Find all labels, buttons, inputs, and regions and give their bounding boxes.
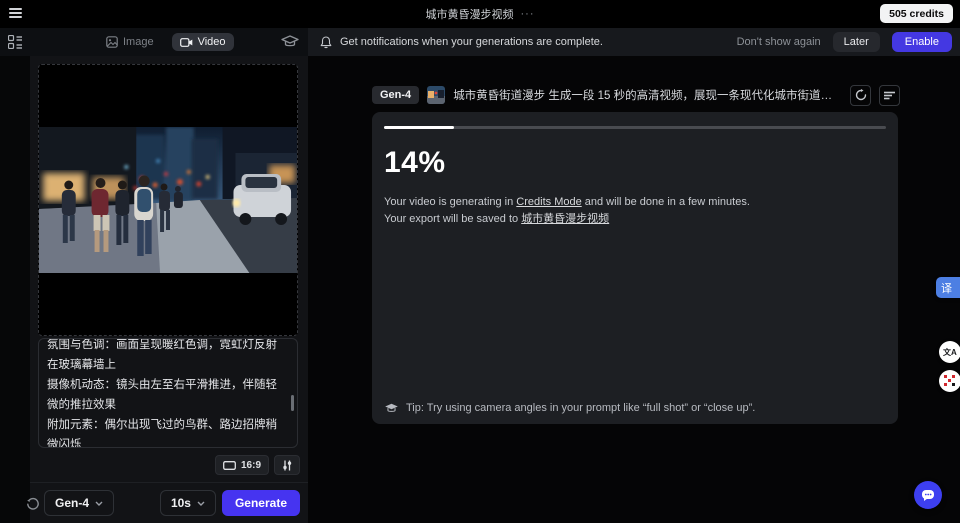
translate-badge-button[interactable]: 译 xyxy=(936,277,960,298)
progress-bar xyxy=(384,126,886,129)
generation-progress-card: 14% Your video is generating in Credits … xyxy=(372,112,898,424)
task-thumbnail xyxy=(427,86,446,104)
composer-panel: 氛围与色调：画面呈现暖红色调，霓虹灯反射在玻璃幕墙上 摄像机动态：镜头由左至右平… xyxy=(30,56,308,523)
chevron-down-icon xyxy=(95,501,103,506)
image-icon xyxy=(106,36,118,48)
prompt-text: 氛围与色调：画面呈现暖红色调，霓虹灯反射在玻璃幕墙上 摄像机动态：镜头由左至右平… xyxy=(47,339,277,448)
prompt-scrollbar[interactable] xyxy=(291,395,294,411)
tip-text: Tip: Try using camera angles in your pro… xyxy=(406,402,756,414)
credits-mode-link[interactable]: Credits Mode xyxy=(516,196,581,208)
title-area: 城市黄昏漫步视频 ··· xyxy=(0,0,960,28)
settings-sliders-button[interactable] xyxy=(274,455,300,475)
prompt-textarea[interactable]: 氛围与色调：画面呈现暖红色调，霓虹灯反射在玻璃幕墙上 摄像机动态：镜头由左至右平… xyxy=(38,338,298,448)
session-area: Gen-4 城市黄昏街道漫步 生成一段 15 秒的高清视频，展现一条现代化城市街… xyxy=(308,56,960,523)
model-dropdown[interactable]: Gen-4 xyxy=(44,490,115,516)
top-bar: 城市黄昏漫步视频 ··· 505 credits xyxy=(0,0,960,28)
tab-image-label: Image xyxy=(123,36,154,48)
media-tabs: Image Video xyxy=(98,31,234,53)
list-lines-icon xyxy=(884,91,895,99)
learn-cap-icon[interactable] xyxy=(281,34,299,50)
notification-message: Get notifications when your generations … xyxy=(340,36,603,48)
export-project-link[interactable]: 城市黄昏漫步视频 xyxy=(521,213,609,225)
notification-actions: Don't show again Later Enable xyxy=(737,32,960,52)
duration-value: 10s xyxy=(170,496,191,510)
rerun-button[interactable] xyxy=(850,84,871,106)
task-prompt-text: 城市黄昏街道漫步 生成一段 15 秒的高清视频，展现一条现代化城市街道在傍晚时分… xyxy=(453,90,842,102)
title-more-menu[interactable]: ··· xyxy=(521,8,535,20)
city-street-photo xyxy=(39,127,297,273)
generation-task-row: Gen-4 城市黄昏街道漫步 生成一段 15 秒的高清视频，展现一条现代化城市街… xyxy=(372,84,900,106)
generate-button[interactable]: Generate xyxy=(221,490,300,516)
tab-video[interactable]: Video xyxy=(171,33,234,51)
chat-bubble-icon xyxy=(922,489,934,501)
duration-dropdown[interactable]: 10s xyxy=(159,490,216,516)
support-chat-button[interactable] xyxy=(914,481,942,509)
tip-cap-icon xyxy=(385,403,398,412)
status-line1-suffix: and will be done in a few minutes. xyxy=(581,195,750,208)
translate-glyph: 文A xyxy=(943,347,957,357)
model-value: Gen-4 xyxy=(55,496,90,510)
red-extension-icon xyxy=(944,375,955,386)
translate-extension-button[interactable]: 文A xyxy=(939,341,960,363)
aspect-ratio-value: 16:9 xyxy=(240,459,261,471)
model-badge: Gen-4 xyxy=(372,86,420,104)
progress-percent: 14% xyxy=(384,145,446,179)
status-line2-prefix: Your export will be saved to xyxy=(384,212,522,225)
dont-show-again-link[interactable]: Don't show again xyxy=(737,36,821,48)
app-window: 城市黄昏漫步视频 ··· 505 credits Image Video Get… xyxy=(0,0,960,523)
refresh-icon xyxy=(855,89,866,101)
status-text: Your video is generating in Credits Mode… xyxy=(384,194,886,228)
format-controls: 16:9 xyxy=(214,455,300,475)
bell-icon xyxy=(320,35,332,48)
left-rail xyxy=(0,56,30,523)
aspect-ratio-button[interactable]: 16:9 xyxy=(214,455,269,475)
undo-history-icon[interactable] xyxy=(26,497,40,511)
later-button[interactable]: Later xyxy=(832,32,880,52)
aspect-ratio-icon xyxy=(223,460,236,470)
sliders-icon xyxy=(283,460,292,470)
tab-image[interactable]: Image xyxy=(98,33,162,51)
notification-banner: Get notifications when your generations … xyxy=(308,28,960,56)
chevron-down-icon xyxy=(197,501,205,506)
input-image-preview[interactable] xyxy=(38,64,298,336)
status-line1-prefix: Your video is generating in xyxy=(384,195,517,208)
mode-toolbar: Image Video xyxy=(0,28,308,56)
queue-list-button[interactable] xyxy=(879,84,900,106)
progress-fill xyxy=(384,126,455,129)
tab-video-label: Video xyxy=(197,36,226,48)
dashboard-icon[interactable] xyxy=(8,35,22,49)
extension-button[interactable] xyxy=(939,370,960,392)
generation-bar: Gen-4 10s Generate xyxy=(30,482,308,523)
video-camera-icon xyxy=(179,37,192,47)
tip-row: Tip: Try using camera angles in your pro… xyxy=(384,402,755,414)
enable-button[interactable]: Enable xyxy=(891,32,952,52)
credits-button[interactable]: 505 credits xyxy=(880,4,953,23)
project-title: 城市黄昏漫步视频 xyxy=(425,9,514,21)
